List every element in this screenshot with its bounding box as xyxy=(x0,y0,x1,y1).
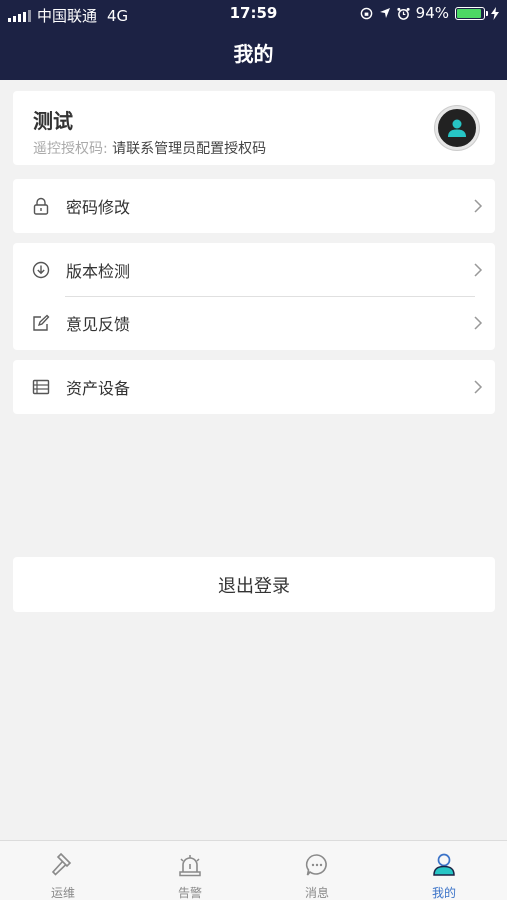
header: 中国联通 4G 17:59 94% 我的 xyxy=(0,0,507,80)
lock-icon xyxy=(33,197,49,215)
list-device-icon xyxy=(32,379,50,395)
page-title: 我的 xyxy=(233,42,274,66)
tab-alarms[interactable]: 告警 xyxy=(127,841,253,900)
lock-rotation-icon xyxy=(360,7,372,19)
menu-label-version: 版本检测 xyxy=(66,262,131,281)
user-icon xyxy=(433,853,455,876)
charging-icon xyxy=(491,6,499,20)
location-icon xyxy=(379,8,390,18)
hammer-icon xyxy=(51,852,72,876)
auth-code-line: 遥控授权码: 请联系管理员配置授权码 xyxy=(33,138,266,158)
auth-code-value: 请联系管理员配置授权码 xyxy=(112,141,267,157)
menu-label-assets: 资产设备 xyxy=(66,379,131,398)
chevron-right-icon xyxy=(474,263,483,277)
settings-card: 版本检测 意见反馈 xyxy=(13,243,495,350)
status-bar: 中国联通 4G 17:59 94% xyxy=(0,0,507,28)
avatar[interactable] xyxy=(435,106,479,150)
menu-label-password: 密码修改 xyxy=(66,198,131,217)
menu-item-version[interactable]: 版本检测 xyxy=(13,243,495,297)
assets-card: 资产设备 xyxy=(13,360,495,414)
tab-label-operations: 运维 xyxy=(50,886,75,900)
battery-percent: 94% xyxy=(415,4,449,22)
avatar-user-icon xyxy=(448,119,466,137)
profile-card[interactable]: 测试 遥控授权码: 请联系管理员配置授权码 xyxy=(13,91,495,165)
auth-code-label: 遥控授权码: xyxy=(33,141,108,157)
tab-label-messages: 消息 xyxy=(304,886,329,900)
edit-note-icon xyxy=(33,314,50,331)
password-card: 密码修改 xyxy=(13,179,495,233)
tab-mine[interactable]: 我的 xyxy=(381,841,507,900)
username: 测试 xyxy=(33,109,73,133)
tab-label-alarms: 告警 xyxy=(177,886,202,900)
battery-icon xyxy=(455,6,488,20)
chevron-right-icon xyxy=(474,380,483,394)
chevron-right-icon xyxy=(474,199,483,213)
logout-button[interactable]: 退出登录 xyxy=(13,557,495,612)
tab-bar: 运维 告警 消息 我的 xyxy=(0,840,507,900)
menu-label-feedback: 意见反馈 xyxy=(66,315,131,334)
menu-item-feedback[interactable]: 意见反馈 xyxy=(13,296,495,350)
tab-operations[interactable]: 运维 xyxy=(0,841,126,900)
tab-messages[interactable]: 消息 xyxy=(254,841,380,900)
message-icon xyxy=(305,854,327,876)
chevron-right-icon xyxy=(474,316,483,330)
download-circle-icon xyxy=(32,261,50,279)
menu-item-password[interactable]: 密码修改 xyxy=(13,179,495,233)
tab-label-mine: 我的 xyxy=(431,886,456,900)
logout-label: 退出登录 xyxy=(218,575,290,597)
alarm-clock-icon xyxy=(397,7,410,20)
alarm-light-icon xyxy=(179,855,201,877)
menu-item-assets[interactable]: 资产设备 xyxy=(13,360,495,414)
